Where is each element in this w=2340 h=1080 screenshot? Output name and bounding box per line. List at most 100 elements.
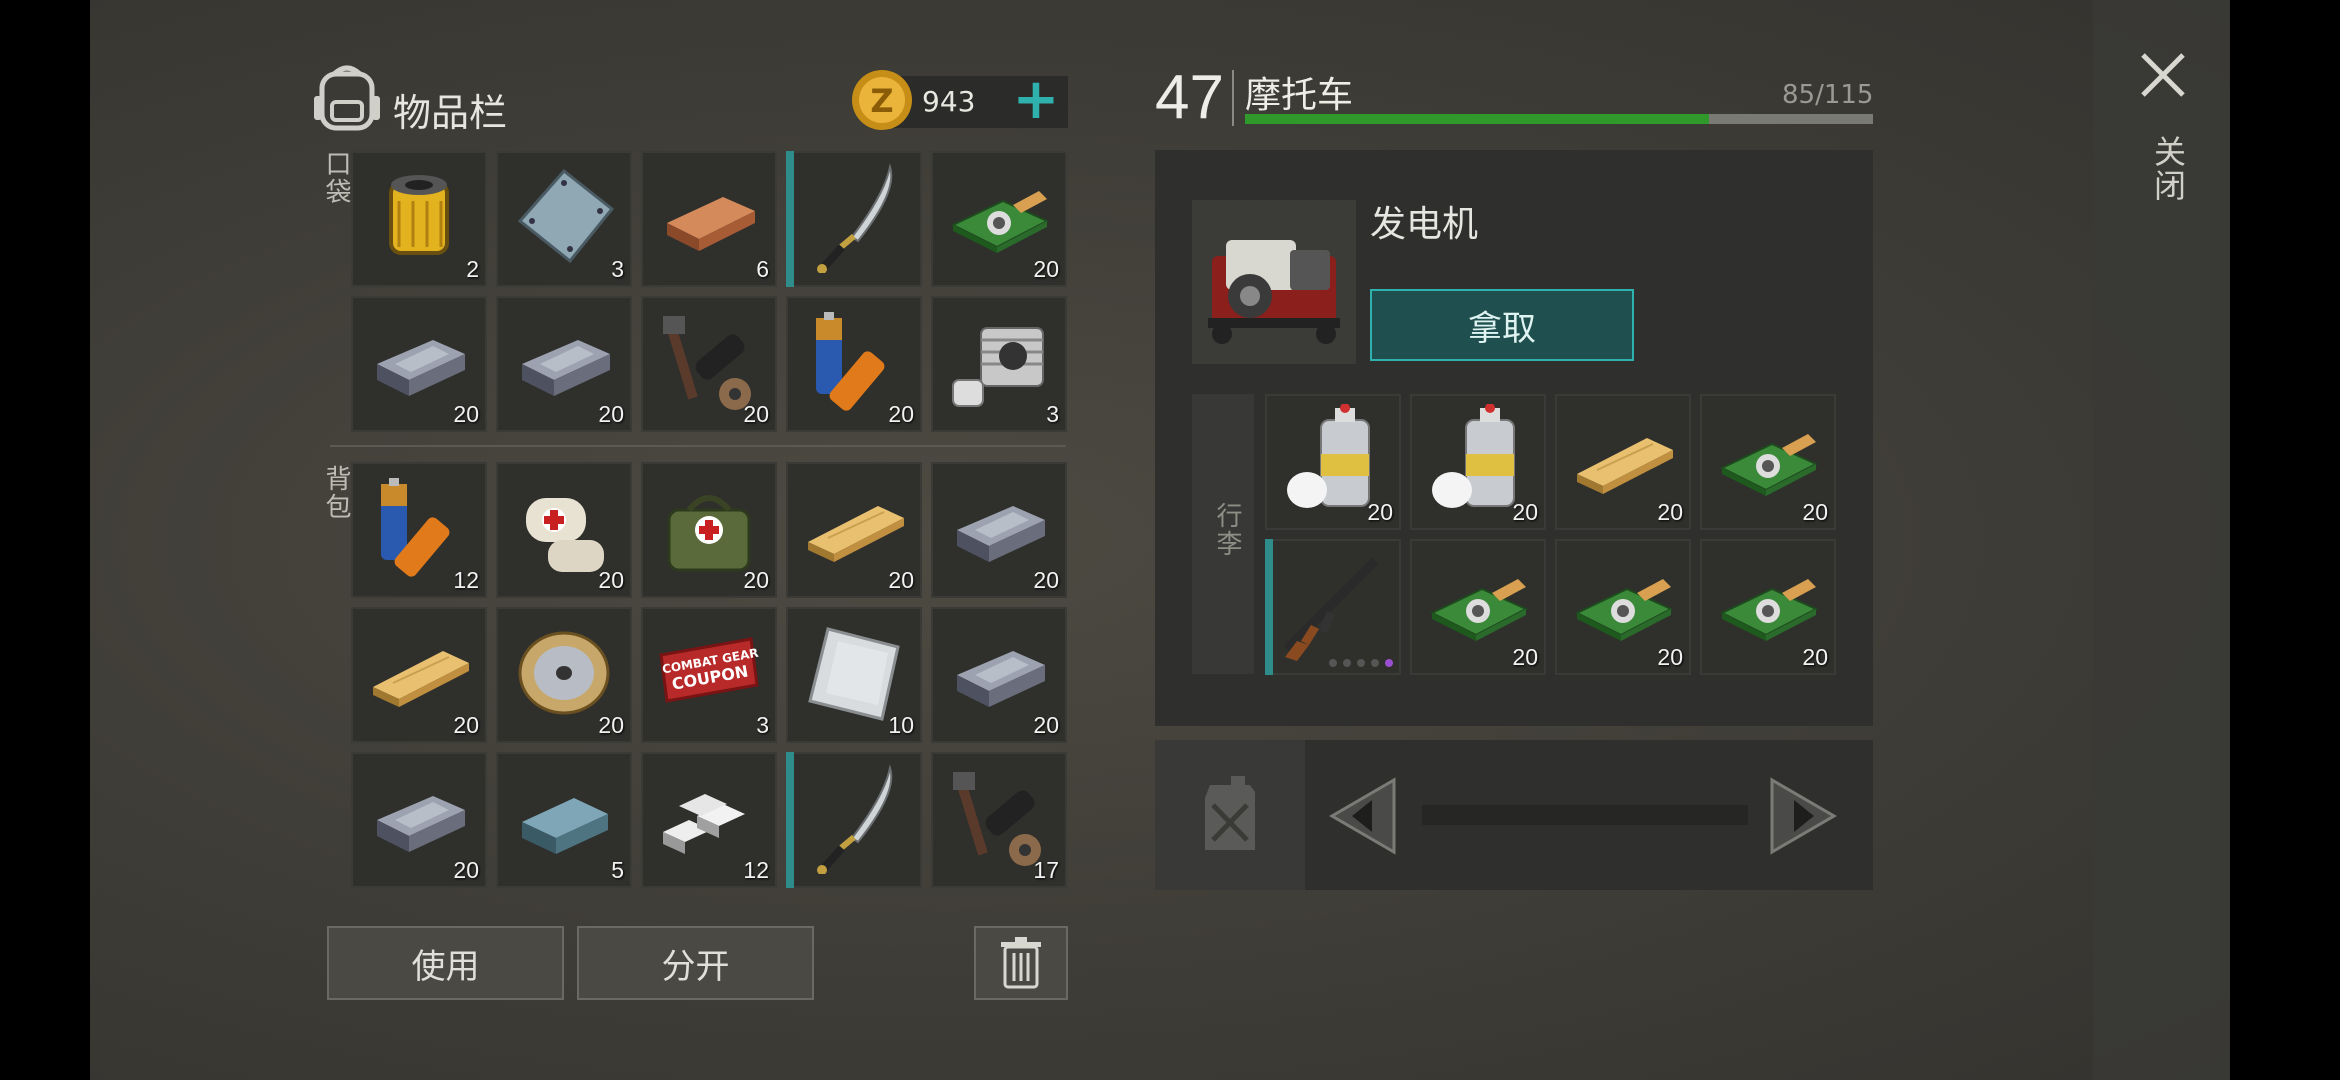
item-quantity: 3: [756, 712, 769, 738]
inventory-slot[interactable]: 20: [641, 296, 777, 432]
inventory-slot[interactable]: [786, 752, 922, 888]
item-quantity: 20: [743, 401, 769, 427]
inventory-slot[interactable]: 20: [786, 462, 922, 598]
luggage-slot[interactable]: [1265, 539, 1401, 675]
capacity-bar: [1245, 114, 1873, 124]
inventory-slot[interactable]: 20: [931, 462, 1067, 598]
item-quantity: 20: [1033, 567, 1059, 593]
generator-icon: [1208, 240, 1340, 344]
item-quantity: 20: [598, 401, 624, 427]
item-quantity: 20: [888, 567, 914, 593]
luggage-slot[interactable]: 20: [1555, 539, 1691, 675]
inventory-slot[interactable]: 2: [351, 151, 487, 287]
close-button[interactable]: [2138, 50, 2188, 100]
luggage-slot[interactable]: 20: [1410, 539, 1546, 675]
item-quantity: 17: [1033, 857, 1059, 883]
level-divider: [1232, 70, 1234, 126]
fuel-slot[interactable]: [1155, 740, 1305, 890]
metal-plate-icon: [517, 168, 615, 264]
item-quantity: 20: [1367, 499, 1393, 525]
inventory-slot[interactable]: 20: [641, 462, 777, 598]
item-quantity: 6: [756, 256, 769, 282]
item-quantity: 20: [1657, 644, 1683, 670]
add-coins-button[interactable]: +: [1010, 72, 1062, 128]
engine-cylinder-icon: [952, 327, 1044, 407]
item-quantity: 20: [598, 567, 624, 593]
inventory-slot[interactable]: 20: [351, 607, 487, 743]
selected-item-name: 发电机: [1370, 204, 1479, 245]
item-quantity: 3: [611, 256, 624, 282]
inventory-slot[interactable]: 20: [351, 752, 487, 888]
item-quantity: 3: [1046, 401, 1059, 427]
item-quantity: 20: [1657, 499, 1683, 525]
trash-button[interactable]: [974, 926, 1068, 1000]
luggage-slot[interactable]: 20: [1700, 539, 1836, 675]
item-quantity: 20: [1512, 499, 1538, 525]
item-quantity: 20: [598, 712, 624, 738]
svg-text:Z: Z: [870, 82, 893, 120]
item-quantity: 20: [1033, 256, 1059, 282]
generator-preview: [1192, 200, 1356, 364]
inventory-slot[interactable]: 5: [496, 752, 632, 888]
inventory-title: 物品栏: [393, 91, 508, 135]
item-quantity: 20: [453, 712, 479, 738]
item-quantity: 12: [453, 567, 479, 593]
katana-icon: [817, 764, 893, 874]
durability-mark: [1265, 539, 1273, 675]
combat-gear-coupon-icon: COMBAT GEARCOUPON: [659, 637, 759, 703]
inventory-slot[interactable]: 12: [351, 462, 487, 598]
close-icon: [2141, 53, 2185, 97]
item-quantity: 2: [466, 256, 479, 282]
inventory-slot[interactable]: 20: [931, 151, 1067, 287]
coin-icon: Z: [850, 68, 914, 132]
inventory-slot[interactable]: 10: [786, 607, 922, 743]
inventory-slot[interactable]: 17: [931, 752, 1067, 888]
inventory-slot[interactable]: 3: [496, 151, 632, 287]
steel-ingot-icon: [522, 798, 608, 854]
inventory-slot[interactable]: 20: [931, 607, 1067, 743]
split-button[interactable]: 分开: [577, 926, 814, 1000]
next-arrow-button[interactable]: [1768, 776, 1838, 856]
durability-mark: [786, 752, 794, 888]
luggage-slot[interactable]: 20: [1410, 394, 1546, 530]
inventory-slot[interactable]: 20: [496, 462, 632, 598]
luggage-label: 行李: [1212, 502, 1242, 558]
item-quantity: 20: [888, 401, 914, 427]
inventory-slot[interactable]: [786, 151, 922, 287]
inventory-slot[interactable]: 20: [351, 296, 487, 432]
inventory-slot[interactable]: 20: [496, 296, 632, 432]
fuel-canister-icon: [1205, 776, 1255, 850]
luggage-slot[interactable]: 20: [1265, 394, 1401, 530]
item-quantity: 20: [1033, 712, 1059, 738]
inventory-slot[interactable]: 12: [641, 752, 777, 888]
item-quantity: 20: [453, 857, 479, 883]
item-quantity: 20: [1802, 499, 1828, 525]
oil-filter-icon: [389, 175, 449, 255]
item-quantity: 20: [1802, 644, 1828, 670]
upgrade-dots: [1329, 659, 1393, 667]
take-button[interactable]: 拿取: [1370, 289, 1634, 361]
right-arrow-icon: [1770, 777, 1837, 855]
left-arrow-icon: [1329, 777, 1396, 855]
prev-arrow-button[interactable]: [1328, 776, 1398, 856]
inventory-slot[interactable]: 20: [496, 607, 632, 743]
vehicle-name: 摩托车: [1245, 75, 1354, 116]
vehicle-level: 47: [1155, 63, 1224, 132]
assault-rifle-icon: [1283, 557, 1379, 661]
vehicle-capacity: 85/115: [1782, 80, 1874, 110]
inventory-slot[interactable]: 6: [641, 151, 777, 287]
inventory-slot[interactable]: 3: [931, 296, 1067, 432]
use-button[interactable]: 使用: [327, 926, 564, 1000]
luggage-slot[interactable]: 20: [1700, 394, 1836, 530]
capacity-bar-fill: [1245, 114, 1710, 124]
item-quantity: 10: [888, 712, 914, 738]
luggage-slot[interactable]: 20: [1555, 394, 1691, 530]
coin-amount: 943: [922, 85, 976, 118]
item-quantity: 20: [1512, 644, 1538, 670]
inventory-slot[interactable]: 20: [786, 296, 922, 432]
durability-mark: [786, 151, 794, 287]
trash-icon: [1001, 937, 1041, 989]
item-quantity: 5: [611, 857, 624, 883]
inventory-slot[interactable]: COMBAT GEAR COUPON 3: [641, 607, 777, 743]
item-quantity: 20: [453, 401, 479, 427]
